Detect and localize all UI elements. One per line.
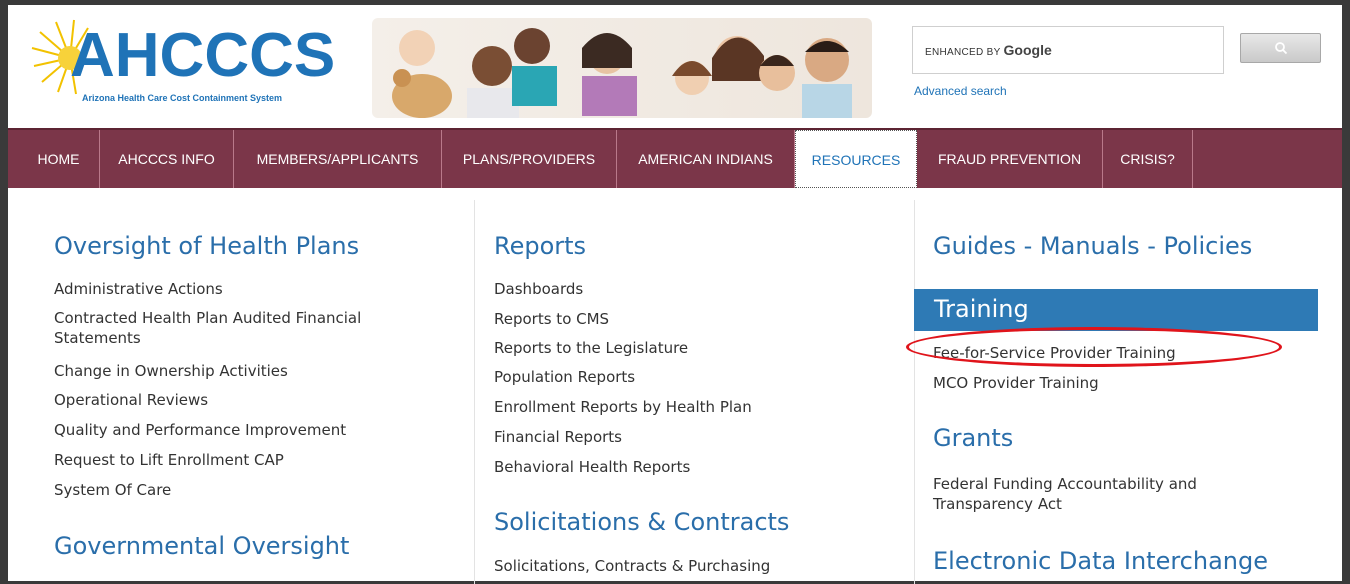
heading-solicitations-contracts[interactable]: Solicitations & Contracts xyxy=(494,508,789,536)
heading-grants[interactable]: Grants xyxy=(933,424,1013,452)
logo-wordmark: AHCCCS xyxy=(70,21,336,90)
link-reports-to-cms[interactable]: Reports to CMS xyxy=(494,310,609,328)
heading-electronic-data-interchange[interactable]: Electronic Data Interchange xyxy=(933,547,1268,575)
link-population-reports[interactable]: Population Reports xyxy=(494,368,635,386)
heading-reports[interactable]: Reports xyxy=(494,232,586,260)
advanced-search-link[interactable]: Advanced search xyxy=(914,84,1007,98)
main-nav: HOME AHCCCS INFO MEMBERS/APPLICANTS PLAN… xyxy=(8,128,1342,188)
link-behavioral-health-reports[interactable]: Behavioral Health Reports xyxy=(494,458,690,476)
link-dashboards[interactable]: Dashboards xyxy=(494,280,583,298)
training-section-header[interactable]: Training xyxy=(914,289,1318,331)
link-change-in-ownership[interactable]: Change in Ownership Activities xyxy=(54,362,288,380)
link-lift-enrollment-cap[interactable]: Request to Lift Enrollment CAP xyxy=(54,451,284,469)
link-financial-reports[interactable]: Financial Reports xyxy=(494,428,622,446)
ahcccs-logo[interactable]: AHCCCS Arizona Health Care Cost Containm… xyxy=(30,18,350,108)
nav-members-applicants[interactable]: MEMBERS/APPLICANTS xyxy=(234,130,442,188)
link-ffata[interactable]: Federal Funding Accountability and Trans… xyxy=(933,474,1233,514)
link-mco-provider-training[interactable]: MCO Provider Training xyxy=(933,374,1099,392)
family-photo-banner xyxy=(372,18,872,118)
enhanced-by-label: ENHANCED BY xyxy=(925,47,1001,58)
heading-oversight-of-health-plans[interactable]: Oversight of Health Plans xyxy=(54,232,359,260)
link-audited-financial-statements[interactable]: Contracted Health Plan Audited Financial… xyxy=(54,308,384,348)
heading-governmental-oversight[interactable]: Governmental Oversight xyxy=(54,532,349,560)
search-input[interactable]: ENHANCED BY Google xyxy=(912,26,1224,74)
nav-american-indians[interactable]: AMERICAN INDIANS xyxy=(617,130,795,188)
annotation-highlight-ellipse xyxy=(906,327,1282,367)
search-branding: ENHANCED BY Google xyxy=(925,42,1052,58)
link-system-of-care[interactable]: System Of Care xyxy=(54,481,171,499)
nav-fraud-prevention[interactable]: FRAUD PREVENTION xyxy=(917,130,1103,188)
link-quality-performance[interactable]: Quality and Performance Improvement xyxy=(54,421,346,439)
nav-resources[interactable]: RESOURCES xyxy=(795,130,917,188)
nav-plans-providers[interactable]: PLANS/PROVIDERS xyxy=(442,130,617,188)
training-label: Training xyxy=(934,295,1029,323)
logo-subtitle: Arizona Health Care Cost Containment Sys… xyxy=(82,93,283,103)
link-operational-reviews[interactable]: Operational Reviews xyxy=(54,391,208,409)
link-reports-to-legislature[interactable]: Reports to the Legislature xyxy=(494,339,688,357)
search-button[interactable] xyxy=(1240,33,1321,63)
column-divider xyxy=(914,200,915,584)
nav-ahcccs-info[interactable]: AHCCCS INFO xyxy=(100,130,234,188)
link-enrollment-reports[interactable]: Enrollment Reports by Health Plan xyxy=(494,398,752,416)
heading-guides-manuals-policies[interactable]: Guides - Manuals - Policies xyxy=(933,232,1252,260)
google-label: Google xyxy=(1003,42,1052,58)
link-solicitations-purchasing[interactable]: Solicitations, Contracts & Purchasing xyxy=(494,557,770,575)
nav-crisis[interactable]: CRISIS? xyxy=(1103,130,1193,188)
link-administrative-actions[interactable]: Administrative Actions xyxy=(54,280,223,298)
nav-home[interactable]: HOME xyxy=(18,130,100,188)
column-divider xyxy=(474,200,475,584)
search-icon xyxy=(1275,42,1288,55)
